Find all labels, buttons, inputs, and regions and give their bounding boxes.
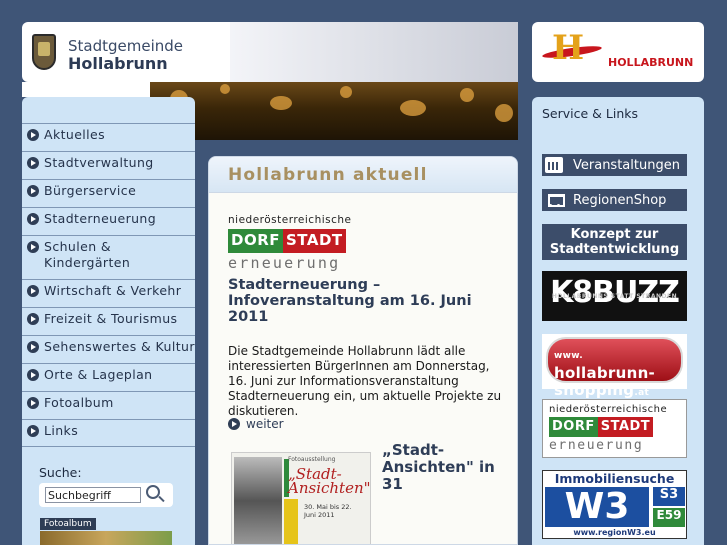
nav-item-aktuelles[interactable]: Aktuelles <box>22 123 195 151</box>
banner-subtext: HOLLABRUNNS STATT STRANDEN <box>551 293 678 300</box>
nav-label: Links <box>44 423 79 438</box>
poster-date: 30. Mai bis 22. Juni 2011 <box>304 503 352 519</box>
nav-label: Bürgerservice <box>44 183 137 198</box>
hollabrunn-partner-logo[interactable]: H HOLLABRUNN <box>532 22 704 82</box>
nav-item-stadtverwaltung[interactable]: Stadtverwaltung <box>22 151 195 179</box>
news-body: Die Stadtgemeinde Hollabrunn lädt alle i… <box>228 344 502 418</box>
logo-word: HOLLABRUNN <box>608 56 694 69</box>
exhibition-poster[interactable]: Fotoausstellung „Stadt-Ansichten" 30. Ma… <box>231 452 371 544</box>
immo-url: www.regionW3.eu <box>573 528 656 537</box>
nav-label: Wirtschaft & Verkehr <box>44 283 182 298</box>
logo-bottom-text: erneuerung <box>549 438 644 453</box>
search-wrap <box>39 483 173 507</box>
immo-w3: W3 <box>545 487 649 527</box>
logo-dorf: DORF <box>549 417 598 437</box>
cart-icon <box>545 192 565 208</box>
arrow-bullet-icon <box>27 185 39 197</box>
fotoalbum-label[interactable]: Fotoalbum <box>40 518 96 530</box>
button-label: Veranstaltungen <box>573 157 680 173</box>
header-gap <box>22 82 150 97</box>
logo-middle: DORF STADT <box>549 417 680 437</box>
nav-item-wirtschaft[interactable]: Wirtschaft & Verkehr <box>22 279 195 307</box>
shopping-pill: www. hollabrunn- shopping.at <box>546 337 683 399</box>
read-more-link[interactable]: weiter <box>228 417 284 431</box>
nav-label: Aktuelles <box>44 127 106 142</box>
nav-item-schulen[interactable]: Schulen & Kindergärten <box>22 235 195 279</box>
arrow-bullet-icon <box>27 425 39 437</box>
hollabrunn-shopping-banner[interactable]: www. hollabrunn- shopping.at <box>542 334 687 399</box>
arrow-bullet-icon <box>27 213 39 225</box>
logo-bottom-text: erneuerung <box>228 254 341 272</box>
fotoalbum-thumbnail[interactable] <box>40 531 172 545</box>
calendar-icon <box>545 157 563 173</box>
search-icon[interactable] <box>146 485 160 499</box>
shopping-text: www. hollabrunn- shopping.at <box>554 351 656 399</box>
nav-label: Orte & Lageplan <box>44 367 153 382</box>
main-content: Hollabrunn aktuell niederösterreichische… <box>208 156 518 545</box>
logo-middle: DORF STADT <box>228 229 373 253</box>
button-label: RegionenShop <box>573 192 667 208</box>
search-box: Suche: <box>39 465 173 507</box>
logo-dorf: DORF <box>228 229 283 253</box>
nav-label: Stadtverwaltung <box>44 155 154 170</box>
site-logo[interactable]: Stadtgemeinde Hollabrunn <box>22 22 230 82</box>
poster-subtitle: Fotoausstellung <box>288 456 336 463</box>
logo-letter: H <box>552 28 585 68</box>
nav-label: Stadterneuerung <box>44 211 157 226</box>
search-input[interactable] <box>45 487 141 503</box>
nav-label: Sehenswertes & Kultur <box>44 339 195 354</box>
logo-stadt: STADT <box>283 229 346 253</box>
coat-of-arms-icon <box>32 34 56 70</box>
nav-label: Fotoalbum <box>44 395 114 410</box>
arrow-bullet-icon <box>228 418 240 430</box>
nav-item-orte[interactable]: Orte & Lageplan <box>22 363 195 391</box>
arrow-bullet-icon <box>27 397 39 409</box>
nav-label: Freizeit & Tourismus <box>44 311 178 326</box>
k8buzz-banner[interactable]: K8BUZZ HOLLABRUNNS STATT STRANDEN <box>542 271 687 321</box>
arrow-bullet-icon <box>27 285 39 297</box>
search-title: Suche: <box>39 465 82 480</box>
konzept-stadtentwicklung-button[interactable]: Konzept zur Stadtentwicklung <box>542 224 687 260</box>
right-sidebar: Service & Links Veranstaltungen Regionen… <box>532 97 704 545</box>
nav-item-fotoalbum[interactable]: Fotoalbum <box>22 391 195 419</box>
dorf-stadt-erneuerung-logo[interactable]: niederösterreichische DORF STADT erneuer… <box>228 214 373 272</box>
brand-line-2: Hollabrunn <box>68 54 168 73</box>
page-title: Hollabrunn aktuell <box>228 165 428 185</box>
article-headline[interactable]: „Stadt-Ansichten" in 31 <box>382 442 502 493</box>
brand-line-1: Stadtgemeinde <box>68 37 184 55</box>
nav-item-freizeit[interactable]: Freizeit & Tourismus <box>22 307 195 335</box>
immo-title: Immobiliensuche <box>543 471 686 486</box>
poster-title: „Stadt-Ansichten" <box>288 465 371 497</box>
logo-top-text: niederösterreichische <box>549 404 668 415</box>
arrow-bullet-icon <box>27 369 39 381</box>
header-photo <box>150 82 518 140</box>
nav-item-links[interactable]: Links <box>22 419 195 447</box>
immo-s3: S3 <box>653 487 685 506</box>
immobiliensuche-banner[interactable]: Immobiliensuche W3 S3 E59 www.regionW3.e… <box>542 470 687 539</box>
veranstaltungen-button[interactable]: Veranstaltungen <box>542 154 687 176</box>
nav-item-sehenswertes[interactable]: Sehenswertes & Kultur <box>22 335 195 363</box>
arrow-bullet-icon <box>27 241 39 253</box>
arrow-bullet-icon <box>27 313 39 325</box>
immo-e59: E59 <box>653 508 685 527</box>
poster-yellow-stripe <box>284 499 298 544</box>
nav-item-buergerservice[interactable]: Bürgerservice <box>22 179 195 207</box>
logo-stadt: STADT <box>597 417 654 437</box>
read-more-label: weiter <box>246 417 284 431</box>
arrow-bullet-icon <box>27 157 39 169</box>
dorf-stadt-erneuerung-banner[interactable]: niederösterreichische DORF STADT erneuer… <box>542 399 687 458</box>
news-headline[interactable]: Stadterneuerung – Infoveranstaltung am 1… <box>228 277 498 325</box>
nav-label: Schulen & Kindergärten <box>44 239 131 270</box>
header-band <box>230 22 518 82</box>
poster-photo <box>234 457 282 544</box>
sidebar-title: Service & Links <box>542 106 639 121</box>
logo-top-text: niederösterreichische <box>228 214 352 226</box>
arrow-bullet-icon <box>27 129 39 141</box>
regionenshop-button[interactable]: RegionenShop <box>542 189 687 211</box>
arrow-bullet-icon <box>27 341 39 353</box>
nav-item-stadterneuerung[interactable]: Stadterneuerung <box>22 207 195 235</box>
